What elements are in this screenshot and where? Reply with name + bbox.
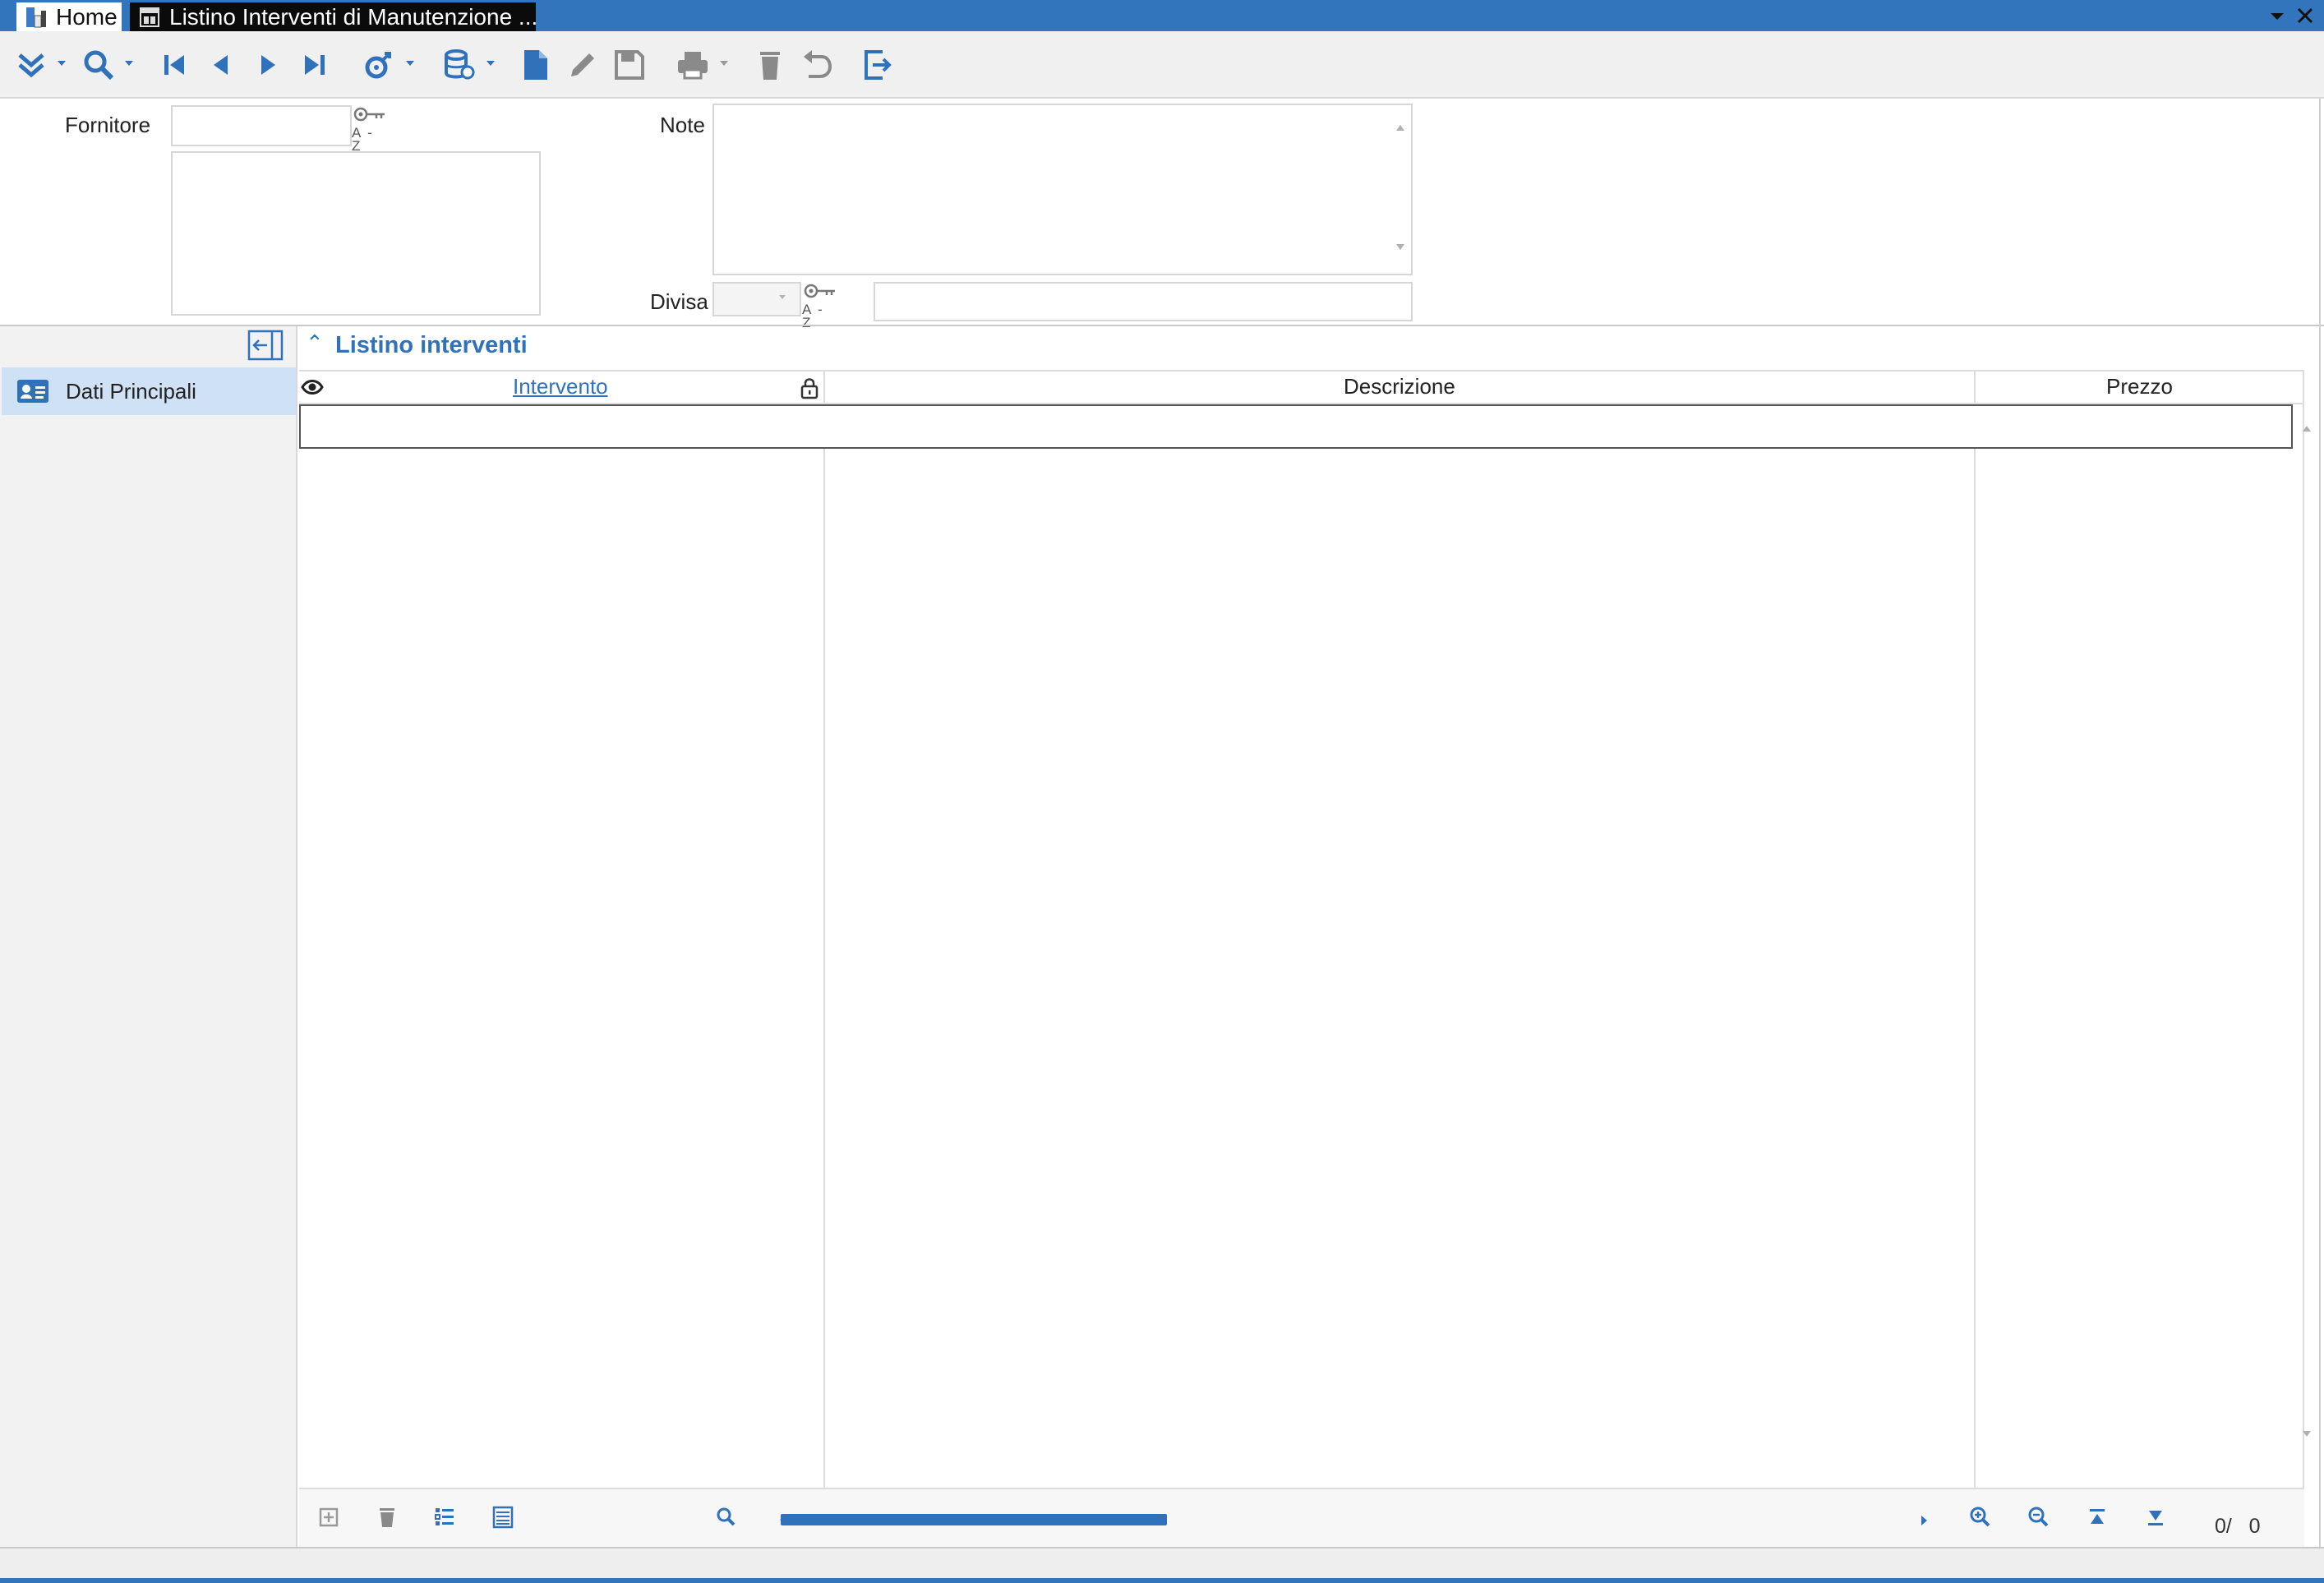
fornitore-label: Fornitore bbox=[65, 113, 151, 137]
column-separator bbox=[823, 370, 825, 1488]
print-dropdown-icon bbox=[718, 59, 730, 67]
link-dropdown-icon[interactable] bbox=[404, 59, 416, 67]
delete-row-icon[interactable] bbox=[367, 1498, 407, 1537]
sidebar-item-label: Dati Principali bbox=[66, 378, 196, 404]
window-menu-icon[interactable] bbox=[2265, 3, 2289, 28]
next-record-icon[interactable] bbox=[248, 45, 288, 85]
column-header-prezzo[interactable]: Prezzo bbox=[2106, 374, 2173, 399]
database-dropdown-icon[interactable] bbox=[485, 59, 496, 67]
divisa-dropdown-icon[interactable] bbox=[777, 293, 787, 302]
grid-scroll-up-icon[interactable] bbox=[2301, 424, 2312, 432]
divisa-select[interactable] bbox=[712, 282, 801, 316]
grid-footer-toolbar bbox=[299, 1488, 2304, 1547]
zoom-out-icon[interactable] bbox=[2019, 1498, 2059, 1537]
first-record-icon[interactable] bbox=[154, 45, 194, 85]
delete-icon bbox=[750, 45, 790, 85]
note-textarea[interactable] bbox=[712, 104, 1413, 275]
new-document-icon[interactable] bbox=[516, 45, 556, 85]
database-icon[interactable] bbox=[439, 45, 478, 85]
grid-right-border bbox=[2303, 370, 2304, 1488]
last-record-icon[interactable] bbox=[295, 45, 334, 85]
exit-icon[interactable] bbox=[858, 45, 897, 85]
fornitore-description-box bbox=[171, 151, 541, 316]
record-counter: 0/ 0 bbox=[2215, 1515, 2261, 1538]
key-icon bbox=[352, 105, 388, 127]
scroll-right-icon[interactable] bbox=[1921, 1515, 1929, 1526]
divider bbox=[0, 325, 2324, 326]
az-label: A - Z bbox=[352, 125, 374, 154]
fornitore-lookup-button[interactable]: A - Z bbox=[352, 105, 388, 153]
print-icon bbox=[673, 45, 712, 85]
key-icon bbox=[802, 282, 838, 303]
eye-icon[interactable] bbox=[301, 376, 324, 398]
tab-listino-interventi[interactable]: Listino Interventi di Manutenzione ... bbox=[130, 2, 538, 31]
tab-home[interactable]: Home bbox=[16, 2, 122, 31]
column-header-descrizione[interactable]: Descrizione bbox=[1344, 374, 1455, 399]
toolbar bbox=[0, 31, 2324, 99]
link-icon[interactable] bbox=[358, 45, 398, 85]
expand-dropdown-icon[interactable] bbox=[56, 59, 67, 67]
sidebar-item-dati-principali[interactable]: Dati Principali bbox=[2, 367, 296, 415]
contact-card-icon bbox=[16, 379, 49, 404]
divisa-lookup-button[interactable]: A - Z bbox=[802, 282, 838, 330]
search-icon[interactable] bbox=[79, 45, 118, 85]
column-header-intervento[interactable]: Intervento bbox=[513, 374, 608, 399]
search-dropdown-icon[interactable] bbox=[123, 59, 135, 67]
window-icon bbox=[138, 6, 161, 29]
horizontal-scrollbar[interactable] bbox=[781, 1514, 1167, 1525]
column-separator bbox=[1974, 370, 1976, 1488]
scroll-top-icon[interactable] bbox=[2077, 1498, 2117, 1537]
app-logo-icon bbox=[25, 6, 48, 29]
note-scroll-down-icon[interactable] bbox=[1395, 243, 1405, 252]
detail-view-icon[interactable] bbox=[483, 1498, 523, 1537]
add-row-icon[interactable] bbox=[309, 1498, 348, 1537]
section-title: Listino interventi bbox=[335, 332, 528, 358]
collapse-sidebar-icon[interactable] bbox=[247, 330, 284, 361]
close-window-icon[interactable] bbox=[2293, 3, 2317, 28]
edit-icon bbox=[563, 45, 602, 85]
note-scroll-up-icon[interactable] bbox=[1395, 123, 1405, 132]
list-view-icon[interactable] bbox=[425, 1498, 464, 1537]
divisa-label: Divisa bbox=[650, 289, 708, 314]
undo-icon bbox=[797, 45, 837, 85]
save-icon bbox=[610, 45, 649, 85]
zoom-in-icon[interactable] bbox=[1961, 1498, 2000, 1537]
tab-listino-label: Listino Interventi di Manutenzione ... bbox=[169, 3, 538, 30]
expand-icon[interactable] bbox=[12, 45, 51, 85]
collapse-section-icon[interactable]: ⌃ bbox=[306, 330, 324, 356]
window-border bbox=[2319, 99, 2321, 1547]
lock-icon[interactable] bbox=[800, 376, 818, 399]
previous-record-icon[interactable] bbox=[201, 45, 241, 85]
note-label: Note bbox=[660, 113, 705, 137]
grid-scroll-down-icon[interactable] bbox=[2301, 1430, 2312, 1438]
scroll-bottom-icon[interactable] bbox=[2136, 1498, 2175, 1537]
sidebar bbox=[0, 326, 297, 1547]
tab-home-label: Home bbox=[56, 3, 118, 30]
window-bottom-edge bbox=[0, 1578, 2324, 1583]
fornitore-input[interactable] bbox=[171, 105, 352, 146]
table-row-new[interactable] bbox=[299, 404, 2293, 449]
grid-search-icon[interactable] bbox=[707, 1498, 746, 1537]
divisa-description-field bbox=[874, 282, 1413, 321]
